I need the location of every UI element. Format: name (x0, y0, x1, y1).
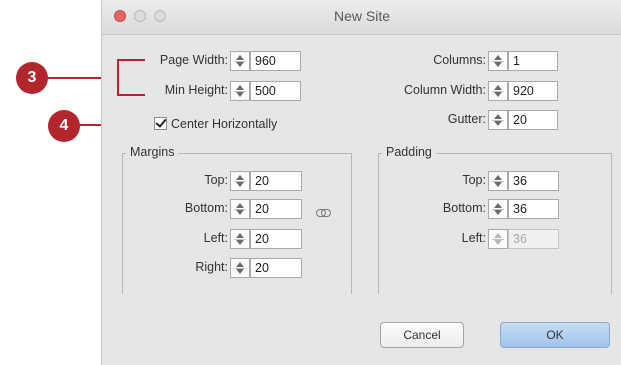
margin-left-stepper[interactable] (230, 229, 250, 249)
ok-button[interactable]: OK (500, 322, 610, 348)
stepper-up-icon[interactable] (494, 203, 502, 208)
column-width-input[interactable]: 920 (508, 81, 558, 101)
callout-4: 4 (48, 110, 80, 142)
page-width-label: Page Width: (159, 53, 228, 67)
margin-top-stepper[interactable] (230, 171, 250, 191)
margins-group-title: Margins (126, 145, 179, 159)
stepper-up-icon[interactable] (236, 85, 244, 90)
margin-right-label: Right: (195, 260, 228, 274)
margin-bottom-input[interactable]: 20 (250, 199, 302, 219)
stepper-up-icon[interactable] (236, 233, 244, 238)
stepper-up-icon[interactable] (236, 203, 244, 208)
cancel-button[interactable]: Cancel (380, 322, 464, 348)
window-title: New Site (333, 8, 391, 24)
margin-left-label: Left: (203, 231, 228, 245)
padding-bottom-stepper[interactable] (488, 199, 508, 219)
stepper-up-icon[interactable] (494, 85, 502, 90)
padding-top-label: Top: (462, 173, 486, 187)
min-height-label: Min Height: (164, 83, 228, 97)
column-width-label: Column Width: (404, 83, 486, 97)
gutter-stepper[interactable] (488, 110, 508, 130)
column-width-stepper[interactable] (488, 81, 508, 101)
stepper-up-icon[interactable] (494, 114, 502, 119)
gutter-label: Gutter: (447, 112, 486, 126)
stepper-down-icon[interactable] (236, 62, 244, 67)
stepper-down-icon[interactable] (494, 62, 502, 67)
padding-left-input[interactable]: 36 (508, 229, 559, 249)
stepper-down-icon[interactable] (494, 240, 502, 245)
stepper-down-icon[interactable] (236, 182, 244, 187)
stepper-down-icon[interactable] (236, 269, 244, 274)
padding-bottom-input[interactable]: 36 (508, 199, 559, 219)
stepper-up-icon[interactable] (494, 233, 502, 238)
callout-3-bracket (117, 59, 119, 96)
center-horizontally-checkbox[interactable] (154, 116, 167, 130)
callout-3: 3 (16, 62, 48, 94)
padding-left-stepper[interactable] (488, 229, 508, 249)
min-height-stepper[interactable] (230, 81, 250, 101)
stepper-up-icon[interactable] (494, 55, 502, 60)
columns-stepper[interactable] (488, 51, 508, 71)
padding-top-stepper[interactable] (488, 171, 508, 191)
stepper-down-icon[interactable] (236, 210, 244, 215)
margin-bottom-label: Bottom: (184, 201, 228, 215)
stepper-down-icon[interactable] (494, 182, 502, 187)
padding-left-label: Left: (461, 231, 486, 245)
page-width-input[interactable]: 960 (250, 51, 301, 71)
padding-top-input[interactable]: 36 (508, 171, 559, 191)
stepper-up-icon[interactable] (236, 55, 244, 60)
center-horizontally-label: Center Horizontally (171, 117, 278, 131)
columns-input[interactable]: 1 (508, 51, 558, 71)
new-site-dialog: New Site Page Width: 960 Min Height: 500… (101, 0, 621, 365)
link-margins-icon[interactable] (316, 209, 331, 217)
stepper-down-icon[interactable] (494, 121, 502, 126)
stepper-up-icon[interactable] (236, 262, 244, 267)
margin-top-input[interactable]: 20 (250, 171, 302, 191)
title-bar: New Site (102, 0, 621, 35)
margin-right-input[interactable]: 20 (250, 258, 302, 278)
page-width-stepper[interactable] (230, 51, 250, 71)
min-height-input[interactable]: 500 (250, 81, 301, 101)
columns-label: Columns: (433, 53, 486, 67)
stepper-up-icon[interactable] (494, 175, 502, 180)
stepper-down-icon[interactable] (494, 92, 502, 97)
margin-left-input[interactable]: 20 (250, 229, 302, 249)
margin-bottom-stepper[interactable] (230, 199, 250, 219)
stepper-up-icon[interactable] (236, 175, 244, 180)
padding-group-title: Padding (382, 145, 436, 159)
padding-bottom-label: Bottom: (442, 201, 486, 215)
stepper-down-icon[interactable] (236, 92, 244, 97)
margin-top-label: Top: (204, 173, 228, 187)
stepper-down-icon[interactable] (236, 240, 244, 245)
margin-right-stepper[interactable] (230, 258, 250, 278)
checkmark-icon (155, 116, 167, 128)
gutter-input[interactable]: 20 (508, 110, 558, 130)
stepper-down-icon[interactable] (494, 210, 502, 215)
